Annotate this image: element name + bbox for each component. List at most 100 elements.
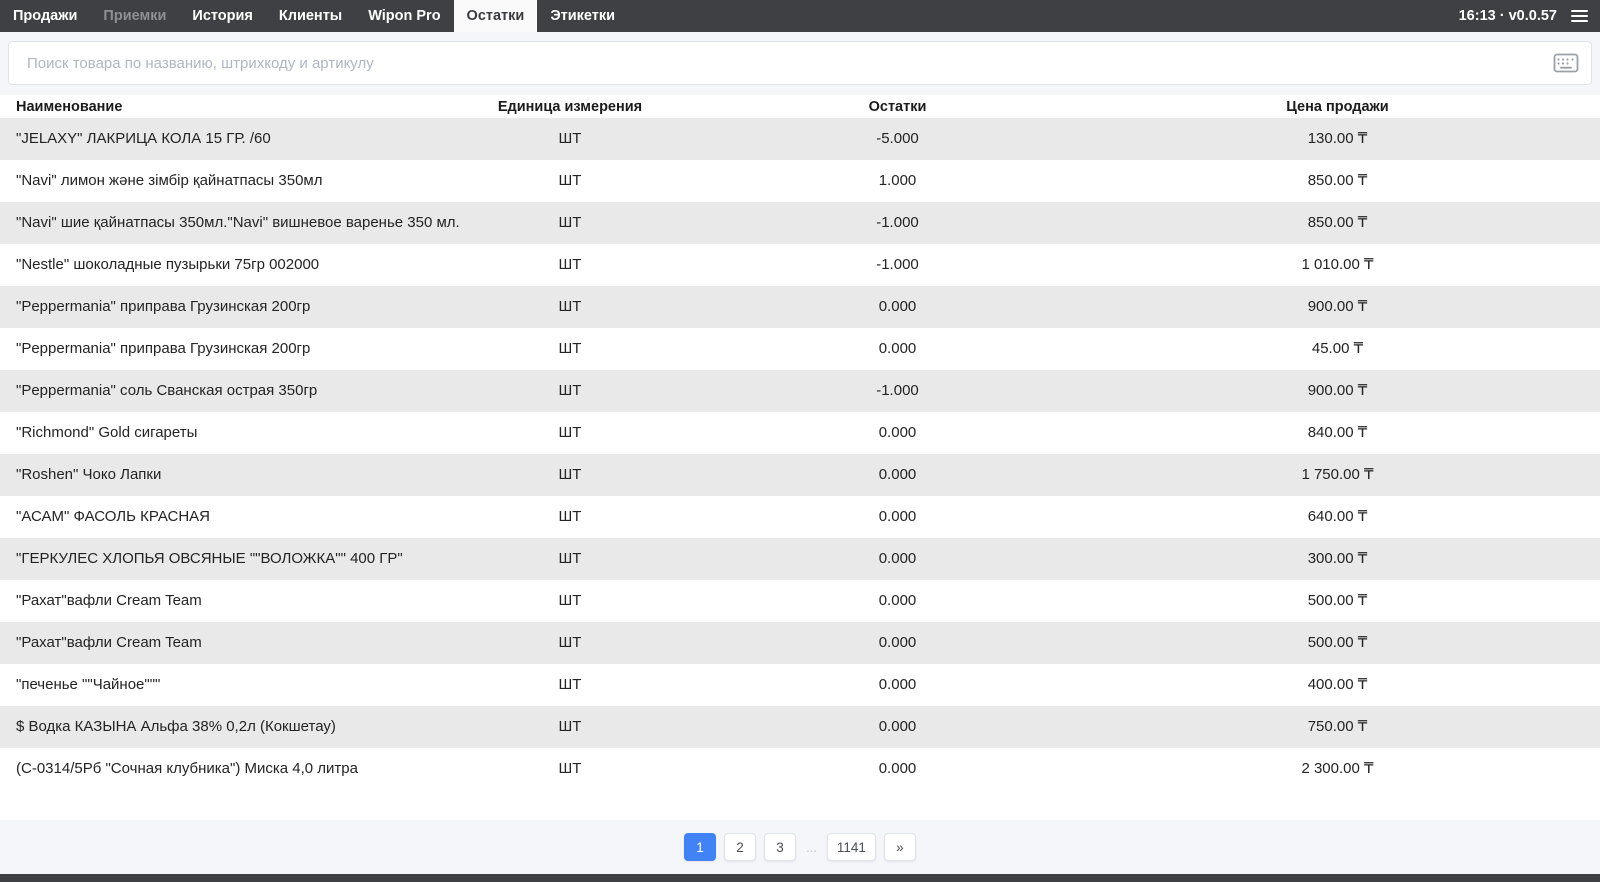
column-header-unit: Единица измерения bbox=[480, 95, 660, 118]
qty-cell: 0.000 bbox=[878, 298, 917, 315]
unit-cell: ШТ bbox=[558, 760, 582, 777]
table-row[interactable]: "Nestle" шоколадные пузырьки 75гр 002000… bbox=[0, 244, 1600, 286]
table-row[interactable]: "Richmond" Gold сигареты ШТ 0.000 840.00 ₸ bbox=[0, 412, 1600, 454]
price-cell: 850.00 ₸ bbox=[1307, 214, 1368, 231]
price-cell: 2 300.00 ₸ bbox=[1301, 760, 1374, 777]
unit-cell: ШТ bbox=[558, 592, 582, 609]
column-header-name: Наименование bbox=[0, 95, 480, 118]
product-name-cell: "Navi" лимон және зімбір қайнатпасы 350м… bbox=[16, 172, 323, 189]
qty-cell: -1.000 bbox=[876, 214, 919, 231]
table-row[interactable]: "Navi" шие қайнатпасы 350мл."Navi" вишне… bbox=[0, 202, 1600, 244]
table-row[interactable]: "Peppermania" соль Сванская острая 350гр… bbox=[0, 370, 1600, 412]
qty-cell: -1.000 bbox=[876, 382, 919, 399]
table-row[interactable]: $ Водка КАЗЫНА Альфа 38% 0,2л (Кокшетау)… bbox=[0, 706, 1600, 748]
price-cell: 300.00 ₸ bbox=[1307, 550, 1368, 567]
stock-table: Наименование Единица измерения Остатки Ц… bbox=[0, 95, 1600, 790]
qty-cell: -1.000 bbox=[876, 256, 919, 273]
unit-cell: ШТ bbox=[558, 508, 582, 525]
nav-tab-clients[interactable]: Клиенты bbox=[266, 0, 355, 32]
product-name-cell: "Peppermania" приправа Грузинская 200гр bbox=[16, 340, 311, 357]
qty-cell: 0.000 bbox=[878, 466, 917, 483]
nav-tab-receivings[interactable]: Приемки bbox=[90, 0, 179, 32]
qty-cell: 0.000 bbox=[878, 550, 917, 567]
page-button-1[interactable]: 1 bbox=[684, 833, 717, 861]
qty-cell: 0.000 bbox=[878, 424, 917, 441]
qty-cell: 0.000 bbox=[878, 760, 917, 777]
qty-cell: 0.000 bbox=[878, 718, 917, 735]
unit-cell: ШТ bbox=[558, 214, 582, 231]
product-name-cell: "Navi" шие қайнатпасы 350мл."Navi" вишне… bbox=[16, 214, 460, 231]
table-row[interactable]: "АСАМ" ФАСОЛЬ КРАСНАЯ ШТ 0.000 640.00 ₸ bbox=[0, 496, 1600, 538]
table-row[interactable]: "Navi" лимон және зімбір қайнатпасы 350м… bbox=[0, 160, 1600, 202]
nav-tab-stock[interactable]: Остатки bbox=[453, 0, 538, 32]
nav-tab-labels[interactable]: Этикетки bbox=[537, 0, 628, 32]
search-section bbox=[0, 32, 1600, 95]
search-input[interactable] bbox=[8, 41, 1592, 85]
page-button-2[interactable]: 2 bbox=[724, 833, 757, 861]
product-name-cell: "печенье ""Чайное""" bbox=[16, 676, 161, 693]
table-row[interactable]: "Peppermania" приправа Грузинская 200гр Ш… bbox=[0, 286, 1600, 328]
separator-dot: · bbox=[1499, 8, 1505, 24]
qty-cell: 0.000 bbox=[878, 508, 917, 525]
column-header-qty: Остатки bbox=[660, 95, 1135, 118]
table-row[interactable]: "ГЕРКУЛЕС ХЛОПЬЯ ОВСЯНЫЕ ""ВОЛОЖКА"" 400… bbox=[0, 538, 1600, 580]
nav-tab-wipon-pro[interactable]: Wipon Pro bbox=[355, 0, 453, 32]
product-name-cell: "JELAXY" ЛАКРИЦА КОЛА 15 ГР. /60 bbox=[16, 130, 271, 147]
keyboard-icon[interactable] bbox=[1553, 53, 1579, 74]
unit-cell: ШТ bbox=[558, 634, 582, 651]
table-row[interactable]: "печенье ""Чайное""" ШТ 0.000 400.00 ₸ bbox=[0, 664, 1600, 706]
pagination: 1 2 3... 1141» bbox=[0, 820, 1600, 874]
qty-cell: -5.000 bbox=[876, 130, 919, 147]
table-row[interactable]: "Рахат"вафли Cream Team ШТ 0.000 500.00 ₸ bbox=[0, 622, 1600, 664]
table-body: "JELAXY" ЛАКРИЦА КОЛА 15 ГР. /60 ШТ -5.000… bbox=[0, 118, 1600, 790]
qty-cell: 0.000 bbox=[878, 676, 917, 693]
column-header-price: Цена продажи bbox=[1135, 95, 1600, 118]
product-name-cell: $ Водка КАЗЫНА Альфа 38% 0,2л (Кокшетау) bbox=[16, 718, 336, 735]
table-row[interactable]: "Roshen" Чоко Лапки ШТ 0.000 1 750.00 ₸ bbox=[0, 454, 1600, 496]
unit-cell: ШТ bbox=[558, 466, 582, 483]
price-cell: 840.00 ₸ bbox=[1307, 424, 1368, 441]
price-cell: 900.00 ₸ bbox=[1307, 382, 1368, 399]
table-row[interactable]: "JELAXY" ЛАКРИЦА КОЛА 15 ГР. /60 ШТ -5.000… bbox=[0, 118, 1600, 160]
nav-tab-sales[interactable]: Продажи bbox=[0, 0, 90, 32]
table-header: Наименование Единица измерения Остатки Ц… bbox=[0, 95, 1600, 118]
unit-cell: ШТ bbox=[558, 382, 582, 399]
product-name-cell: "Peppermania" приправа Грузинская 200гр bbox=[16, 298, 311, 315]
price-cell: 900.00 ₸ bbox=[1307, 298, 1368, 315]
unit-cell: ШТ bbox=[558, 130, 582, 147]
table-row[interactable]: (С-0314/5Рб "Сочная клубника") Миска 4,0… bbox=[0, 748, 1600, 790]
hamburger-menu-icon[interactable] bbox=[1571, 10, 1588, 22]
qty-cell: 0.000 bbox=[878, 634, 917, 651]
price-cell: 850.00 ₸ bbox=[1307, 172, 1368, 189]
product-name-cell: "ГЕРКУЛЕС ХЛОПЬЯ ОВСЯНЫЕ ""ВОЛОЖКА"" 400… bbox=[16, 550, 403, 567]
product-name-cell: "Roshen" Чоко Лапки bbox=[16, 466, 162, 483]
unit-cell: ШТ bbox=[558, 256, 582, 273]
top-nav-items: Продажи Приемки История Клиенты Wipon Pro Ост… bbox=[0, 0, 628, 32]
product-name-cell: "Nestle" шоколадные пузырьки 75гр 002000 bbox=[16, 256, 320, 273]
page-button-3[interactable]: 3 bbox=[764, 833, 797, 861]
next-page-button[interactable]: » bbox=[883, 833, 916, 861]
price-cell: 1 750.00 ₸ bbox=[1301, 466, 1374, 483]
unit-cell: ШТ bbox=[558, 172, 582, 189]
nav-tab-history[interactable]: История bbox=[179, 0, 266, 32]
price-cell: 400.00 ₸ bbox=[1307, 676, 1368, 693]
bottom-bar bbox=[0, 874, 1600, 882]
unit-cell: ШТ bbox=[558, 718, 582, 735]
qty-cell: 0.000 bbox=[878, 592, 917, 609]
product-name-cell: "Peppermania" соль Сванская острая 350гр bbox=[16, 382, 318, 399]
clock-time: 16:13 bbox=[1458, 8, 1496, 24]
product-name-cell: "АСАМ" ФАСОЛЬ КРАСНАЯ bbox=[16, 508, 211, 525]
product-name-cell: "Рахат"вафли Cream Team bbox=[16, 634, 202, 651]
top-nav: Продажи Приемки История Клиенты Wipon Pro Ост… bbox=[0, 0, 1600, 32]
app-version: v0.0.57 bbox=[1508, 8, 1557, 24]
unit-cell: ШТ bbox=[558, 550, 582, 567]
time-and-version: 16:13 · v0.0.57 bbox=[1459, 8, 1557, 24]
price-cell: 500.00 ₸ bbox=[1307, 634, 1368, 651]
price-cell: 640.00 ₸ bbox=[1307, 508, 1368, 525]
table-row[interactable]: "Peppermania" приправа Грузинская 200гр Ш… bbox=[0, 328, 1600, 370]
page-button-1141[interactable]: 1141 bbox=[826, 833, 876, 861]
unit-cell: ШТ bbox=[558, 340, 582, 357]
qty-cell: 1.000 bbox=[878, 172, 917, 189]
pagination-ellipsis: ... bbox=[806, 839, 817, 855]
table-row[interactable]: "Рахат"вафли Cream Team ШТ 0.000 500.00 ₸ bbox=[0, 580, 1600, 622]
